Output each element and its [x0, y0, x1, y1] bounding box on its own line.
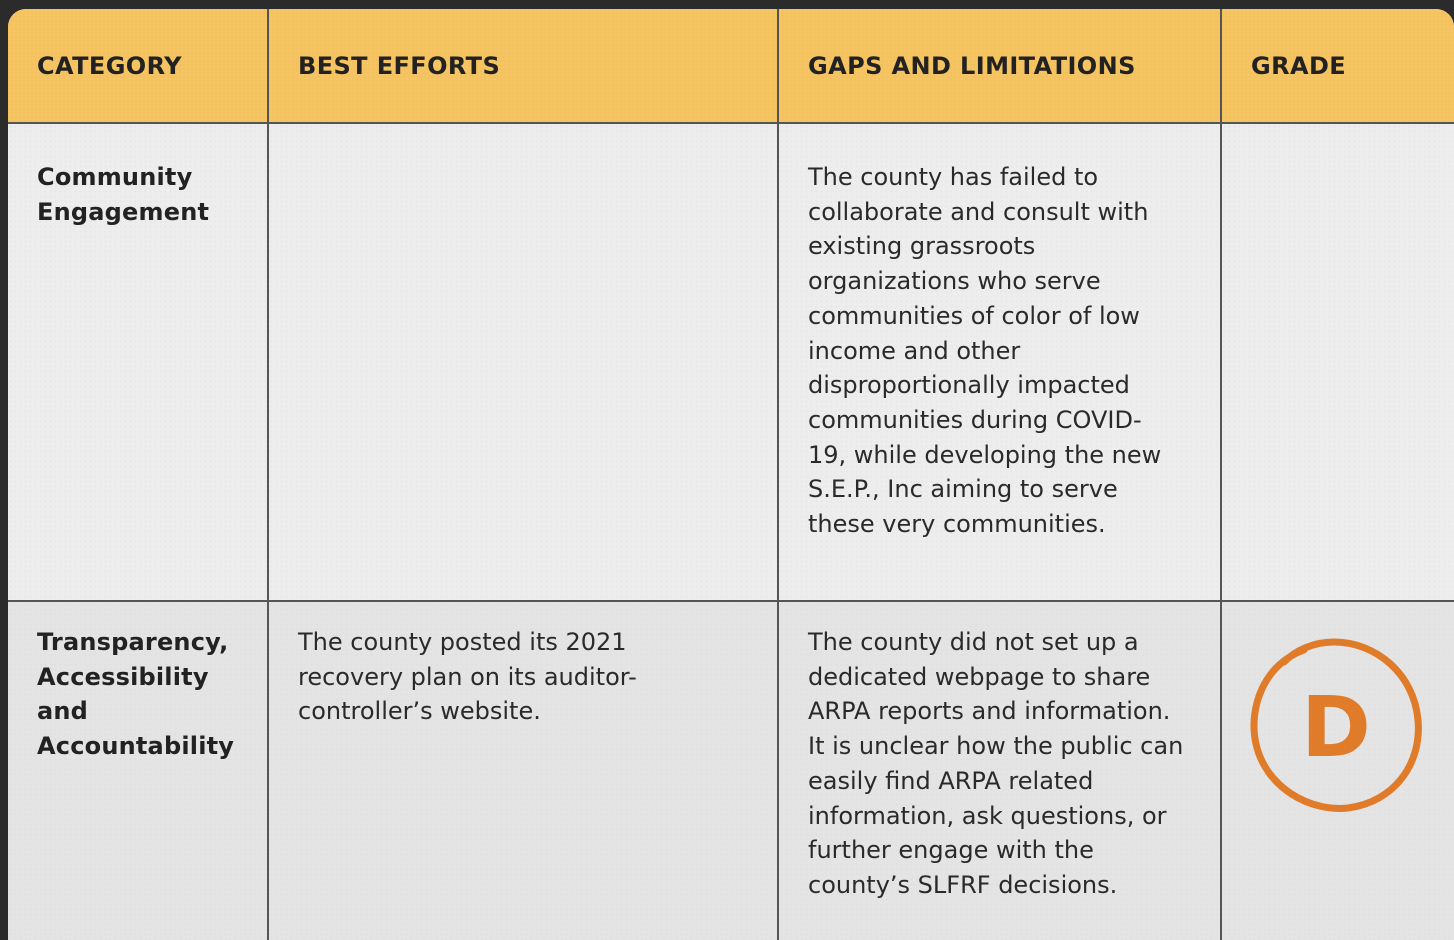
- cell-category: Transparency, Accessibility and Accounta…: [8, 601, 268, 940]
- table-row: Transparency, Accessibility and Accounta…: [8, 601, 1454, 940]
- category-label: Transparency, Accessibility and Accounta…: [37, 628, 235, 761]
- grade-table: CATEGORY BEST EFFORTS GAPS AND LIMITATIO…: [8, 9, 1454, 940]
- cell-grade: D: [1220, 601, 1454, 940]
- table-header: CATEGORY BEST EFFORTS GAPS AND LIMITATIO…: [8, 9, 1454, 124]
- best-efforts-text: The county posted its 2021 recovery plan…: [298, 628, 637, 726]
- cell-category: Community Engagement: [8, 123, 268, 602]
- cell-best-efforts: The county posted its 2021 recovery plan…: [267, 601, 778, 940]
- cell-best-efforts: [267, 123, 778, 602]
- header-row: CATEGORY BEST EFFORTS GAPS AND LIMITATIO…: [8, 9, 1454, 124]
- grade-letter: D: [1301, 678, 1371, 776]
- header-best-efforts: BEST EFFORTS: [267, 9, 778, 124]
- header-grade: GRADE: [1220, 9, 1454, 124]
- category-label: Community Engagement: [37, 163, 210, 226]
- cell-gaps: The county has failed to collaborate and…: [777, 123, 1221, 602]
- grade-table-card: CATEGORY BEST EFFORTS GAPS AND LIMITATIO…: [8, 9, 1454, 940]
- gaps-text: The county did not set up a dedicated we…: [808, 628, 1184, 899]
- header-gaps-limitations: GAPS AND LIMITATIONS: [777, 9, 1221, 124]
- header-category: CATEGORY: [8, 9, 268, 124]
- gaps-text: The county has failed to collaborate and…: [808, 163, 1162, 539]
- grade-circle-mark: D: [1250, 638, 1422, 812]
- cell-grade: [1220, 123, 1454, 602]
- table-body: Community Engagement The county has fail…: [8, 123, 1454, 940]
- cell-gaps: The county did not set up a dedicated we…: [777, 601, 1221, 940]
- table-row: Community Engagement The county has fail…: [8, 123, 1454, 602]
